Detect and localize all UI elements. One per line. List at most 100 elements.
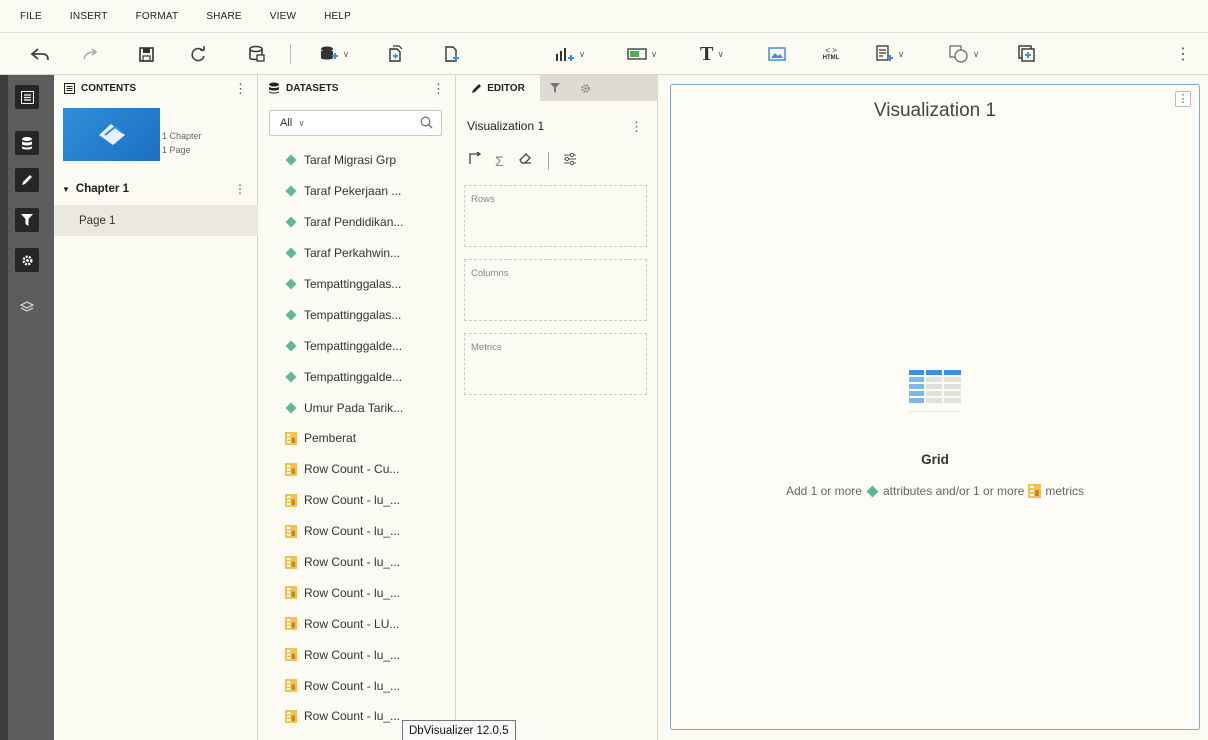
filter-icon[interactable] <box>15 208 39 232</box>
dataset-attribute-item[interactable]: Taraf Perkahwin... <box>258 238 456 269</box>
layers-icon[interactable] <box>15 295 39 319</box>
sliders-icon[interactable] <box>563 152 577 171</box>
attribute-icon <box>866 485 879 497</box>
image-icon[interactable] <box>766 43 788 65</box>
data-source-icon[interactable] <box>245 43 269 65</box>
editor-tools: Σ <box>469 151 577 171</box>
tooltip: DbVisualizer 12.0.5 <box>402 720 516 740</box>
dataset-search-box[interactable]: All ∨ <box>269 110 442 136</box>
more-icon[interactable]: ⋮ <box>1175 43 1191 65</box>
attribute-icon <box>285 309 297 321</box>
menu-help[interactable]: HELP <box>324 11 351 22</box>
eraser-icon[interactable] <box>518 152 532 170</box>
text-glyph: T <box>700 42 714 65</box>
menu-insert[interactable]: INSERT <box>70 11 108 22</box>
metric-icon <box>285 524 297 538</box>
dataset-metric-item[interactable]: Row Count - lu_... <box>258 670 456 701</box>
dataset-item-label: Row Count - Cu... <box>304 462 400 477</box>
datasets-icon[interactable] <box>15 131 39 155</box>
dataset-metric-item[interactable]: Row Count - Cu... <box>258 454 456 485</box>
rows-drop-zone[interactable]: Rows <box>464 185 647 247</box>
metric-icon <box>285 617 297 631</box>
editor-icon[interactable] <box>15 168 39 192</box>
collapse-triangle-icon[interactable]: ▼ <box>62 185 70 194</box>
tab-editor-label: EDITOR <box>487 82 525 94</box>
columns-drop-zone[interactable]: Columns <box>464 259 647 321</box>
save-icon[interactable] <box>135 43 157 65</box>
visualization-title[interactable]: Visualization 1 <box>671 100 1199 122</box>
html-icon[interactable]: < > HTML <box>817 43 845 65</box>
tab-filter[interactable] <box>540 75 570 101</box>
toolbar-separator <box>290 44 291 64</box>
dataset-attribute-item[interactable]: Taraf Pekerjaan ... <box>258 176 456 207</box>
page-row-selected[interactable]: Page 1 <box>54 205 258 236</box>
text-icon[interactable]: T ∨ <box>693 43 731 65</box>
html-brackets: < > <box>825 45 837 55</box>
undo-icon[interactable] <box>28 43 52 65</box>
dataset-item-label: Row Count - LU... <box>304 616 400 631</box>
dataset-item-label: Taraf Pendidikan... <box>304 215 404 230</box>
dataset-metric-item[interactable]: Row Count - lu_... <box>258 485 456 516</box>
menu-share[interactable]: SHARE <box>206 11 241 22</box>
dataset-attribute-item[interactable]: Taraf Migrasi Grp <box>258 145 456 176</box>
thumb-page-count: 1 Page <box>162 145 191 155</box>
chapter-row[interactable]: ▼ Chapter 1 ⋮ <box>54 178 258 200</box>
duplicate-page-icon[interactable] <box>384 43 406 65</box>
filter-selector-icon[interactable]: ∨ <box>620 43 664 65</box>
refresh-icon[interactable] <box>187 43 209 65</box>
tab-format[interactable] <box>570 75 600 101</box>
dataset-attribute-item[interactable]: Tempattinggalde... <box>258 330 456 361</box>
metrics-label: Metrics <box>471 342 502 353</box>
chapter-thumbnail[interactable] <box>63 108 160 161</box>
dataset-metric-item[interactable]: Pemberat <box>258 423 456 454</box>
visualization-icon[interactable]: ∨ <box>548 43 592 65</box>
tab-editor[interactable]: EDITOR <box>456 75 540 101</box>
dataset-attribute-item[interactable]: Taraf Pendidikan... <box>258 207 456 238</box>
menu-view[interactable]: VIEW <box>270 11 296 22</box>
swap-axes-icon[interactable] <box>469 151 482 170</box>
dataset-attribute-item[interactable]: Umur Pada Tarik... <box>258 392 456 423</box>
visualization-menu-icon[interactable]: ⋮ <box>1175 91 1191 107</box>
metrics-drop-zone[interactable]: Metrics <box>464 333 647 395</box>
redo-icon[interactable] <box>80 43 102 65</box>
dataset-metric-item[interactable]: Row Count - lu_... <box>258 516 456 547</box>
panel-stack-icon[interactable]: ∨ <box>868 43 912 65</box>
dataset-metric-item[interactable]: Row Count - LU... <box>258 608 456 639</box>
dataset-metric-item[interactable]: Row Count - lu_... <box>258 639 456 670</box>
dataset-attribute-item[interactable]: Tempattinggalde... <box>258 361 456 392</box>
format-icon[interactable] <box>15 248 39 272</box>
table-of-contents-icon[interactable] <box>15 85 39 109</box>
menu-file[interactable]: FILE <box>20 11 42 22</box>
dataset-item-label: Tempattinggalde... <box>304 369 403 384</box>
gear-icon <box>580 83 590 93</box>
dataset-item-label: Row Count - lu_... <box>304 555 401 570</box>
datasets-more-icon[interactable]: ⋮ <box>432 81 445 97</box>
contents-more-icon[interactable]: ⋮ <box>234 81 247 97</box>
dataset-metric-item[interactable]: Row Count - lu_... <box>258 547 456 578</box>
toolbar: ∨ ∨ ∨ T ∨ < > HTML ∨ ∨ ⋮ <box>0 33 1208 75</box>
contents-icon <box>64 82 75 94</box>
search-icon[interactable] <box>420 116 433 132</box>
dataset-attribute-item[interactable]: Tempattinggalas... <box>258 299 456 330</box>
metric-icon <box>285 431 297 445</box>
editor-panel: EDITOR Visualization 1 ⋮ Σ Rows Columns … <box>456 75 658 740</box>
metric-icon <box>285 555 297 569</box>
new-panel-icon[interactable] <box>1015 43 1039 65</box>
shape-icon[interactable]: ∨ <box>940 43 988 65</box>
sigma-icon[interactable]: Σ <box>495 153 504 169</box>
dataset-metric-item[interactable]: Row Count - lu_... <box>258 577 456 608</box>
visualization-name[interactable]: Visualization 1 <box>467 119 544 133</box>
dataset-item-label: Tempattinggalde... <box>304 338 403 353</box>
dataset-item-label: Tempattinggalas... <box>304 277 402 291</box>
editor-more-icon[interactable]: ⋮ <box>630 119 643 135</box>
dataset-attribute-item[interactable]: Tempattinggalas... <box>258 269 456 300</box>
menu-format[interactable]: FORMAT <box>136 11 179 22</box>
dataset-filter-select[interactable]: All ∨ <box>280 117 305 129</box>
add-page-icon[interactable] <box>441 43 463 65</box>
metric-icon <box>285 679 297 693</box>
html-label: HTML <box>822 54 840 61</box>
add-data-icon[interactable]: ∨ <box>313 43 355 65</box>
visualization-container[interactable]: Visualization 1 ⋮ Grid Add 1 or more att… <box>670 84 1200 730</box>
rows-label: Rows <box>471 194 495 205</box>
chapter-more-icon[interactable]: ⋮ <box>234 182 246 196</box>
